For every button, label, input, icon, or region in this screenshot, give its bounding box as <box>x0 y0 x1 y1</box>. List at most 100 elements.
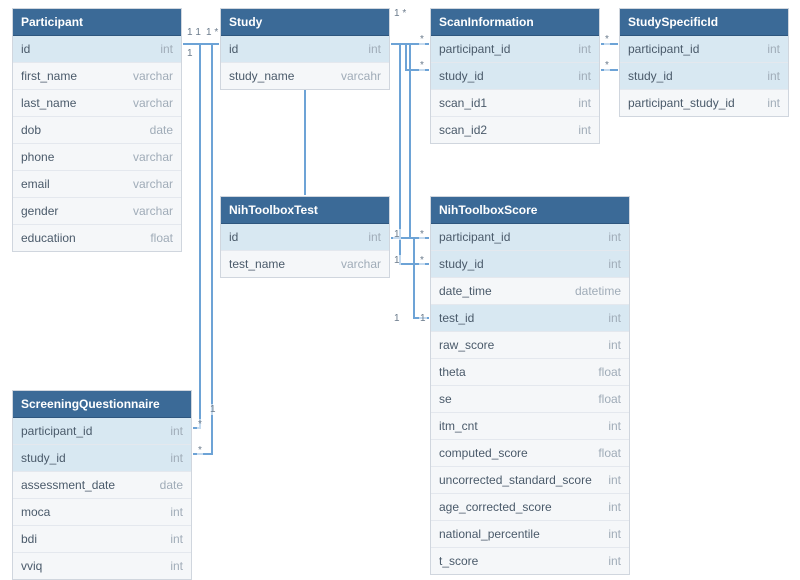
column-row: phone varchar <box>13 144 181 171</box>
column-row: idint <box>221 224 389 251</box>
column-name: study_name <box>229 69 294 83</box>
column-name: itm_cnt <box>439 419 478 433</box>
column-row: participant_study_idint <box>620 90 788 116</box>
column-type: int <box>608 500 621 514</box>
cardinality-label: * <box>604 60 610 71</box>
column-name: id <box>21 42 30 56</box>
column-type: int <box>170 559 183 573</box>
column-row: participant_id int <box>431 36 599 63</box>
column-name: study_id <box>439 69 484 83</box>
column-type: date <box>150 123 173 137</box>
column-name: uncorrected_standard_score <box>439 473 592 487</box>
column-row: participant_idint <box>620 36 788 63</box>
column-name: phone <box>21 150 54 164</box>
column-type: datetime <box>575 284 621 298</box>
column-type: int <box>608 527 621 541</box>
table-nihToolboxScore: NihToolboxScoreparticipant_idintstudy_id… <box>430 196 630 575</box>
column-type: float <box>598 392 621 406</box>
column-name: se <box>439 392 452 406</box>
column-row: study_namevarcahr <box>221 63 389 89</box>
column-type: int <box>578 96 591 110</box>
column-name: t_score <box>439 554 478 568</box>
column-type: int <box>170 505 183 519</box>
column-type: int <box>578 42 591 56</box>
table-header: NihToolboxTest <box>221 197 389 224</box>
table-nihToolboxTest: NihToolboxTestidint test_name varchar <box>220 196 390 278</box>
table-study: Studyidintstudy_namevarcahr <box>220 8 390 90</box>
cardinality-label: 1 <box>393 255 401 266</box>
column-name: study_id <box>628 69 673 83</box>
column-type: int <box>608 230 621 244</box>
column-row: idint <box>13 36 181 63</box>
column-type: float <box>150 231 173 245</box>
column-type: varchar <box>341 257 381 271</box>
column-name: age_corrected_score <box>439 500 552 514</box>
column-name: vviq <box>21 559 42 573</box>
column-row: date_timedatetime <box>431 278 629 305</box>
column-name: gender <box>21 204 58 218</box>
column-type: float <box>598 365 621 379</box>
column-name: educatiion <box>21 231 76 245</box>
column-row: dobdate <box>13 117 181 144</box>
column-name: scan_id1 <box>439 96 487 110</box>
column-row: bdi int <box>13 526 191 553</box>
column-row: se float <box>431 386 629 413</box>
column-row: itm_cnt int <box>431 413 629 440</box>
column-name: scan_id2 <box>439 123 487 137</box>
column-name: test_name <box>229 257 285 271</box>
column-row: age_corrected_score int <box>431 494 629 521</box>
cardinality-label: 1 <box>393 229 401 240</box>
column-type: int <box>767 96 780 110</box>
table-header: Participant <box>13 9 181 36</box>
column-row: study_id int <box>431 63 599 90</box>
table-studySpecificId: StudySpecificIdparticipant_idintstudy_id… <box>619 8 789 117</box>
column-row: gendervarchar <box>13 198 181 225</box>
column-type: int <box>578 69 591 83</box>
cardinality-label: * <box>419 60 425 71</box>
column-name: id <box>229 230 238 244</box>
column-row: test_idint <box>431 305 629 332</box>
column-row: uncorrected_standard_scoreint <box>431 467 629 494</box>
column-row: mocaint <box>13 499 191 526</box>
column-name: first_name <box>21 69 77 83</box>
table-participant: Participantidintfirst_namevarcharlast_na… <box>12 8 182 252</box>
column-name: assessment_date <box>21 478 115 492</box>
cardinality-label: * <box>604 34 610 45</box>
column-name: participant_id <box>439 42 510 56</box>
column-row: test_name varchar <box>221 251 389 277</box>
cardinality-label: 1 1 <box>186 27 202 38</box>
cardinality-label: 1 <box>419 313 427 324</box>
table-header: NihToolboxScore <box>431 197 629 224</box>
column-type: int <box>170 451 183 465</box>
column-type: varchar <box>133 177 173 191</box>
column-type: varchar <box>133 150 173 164</box>
column-row: study_id int <box>620 63 788 90</box>
column-row: last_namevarchar <box>13 90 181 117</box>
column-row: national_percentileint <box>431 521 629 548</box>
column-row: first_namevarchar <box>13 63 181 90</box>
cardinality-label: 1 <box>186 48 194 59</box>
column-type: int <box>608 419 621 433</box>
column-row: educatiion float <box>13 225 181 251</box>
table-screeningQuestionnaire: ScreeningQuestionnaireparticipant_idints… <box>12 390 192 580</box>
column-type: varchar <box>133 96 173 110</box>
column-type: int <box>767 69 780 83</box>
column-name: study_id <box>21 451 66 465</box>
column-type: int <box>170 532 183 546</box>
column-row: study_id int <box>13 445 191 472</box>
column-row: raw_score int <box>431 332 629 359</box>
column-row: computed_scorefloat <box>431 440 629 467</box>
cardinality-label: * <box>419 255 425 266</box>
column-type: int <box>608 338 621 352</box>
column-name: raw_score <box>439 338 494 352</box>
column-row: idint <box>221 36 389 63</box>
column-name: study_id <box>439 257 484 271</box>
column-type: int <box>170 424 183 438</box>
column-type: int <box>608 257 621 271</box>
column-name: test_id <box>439 311 474 325</box>
cardinality-label: 1 * <box>205 27 219 38</box>
column-name: id <box>229 42 238 56</box>
column-row: emailvarchar <box>13 171 181 198</box>
column-name: bdi <box>21 532 37 546</box>
cardinality-label: * <box>419 229 425 240</box>
